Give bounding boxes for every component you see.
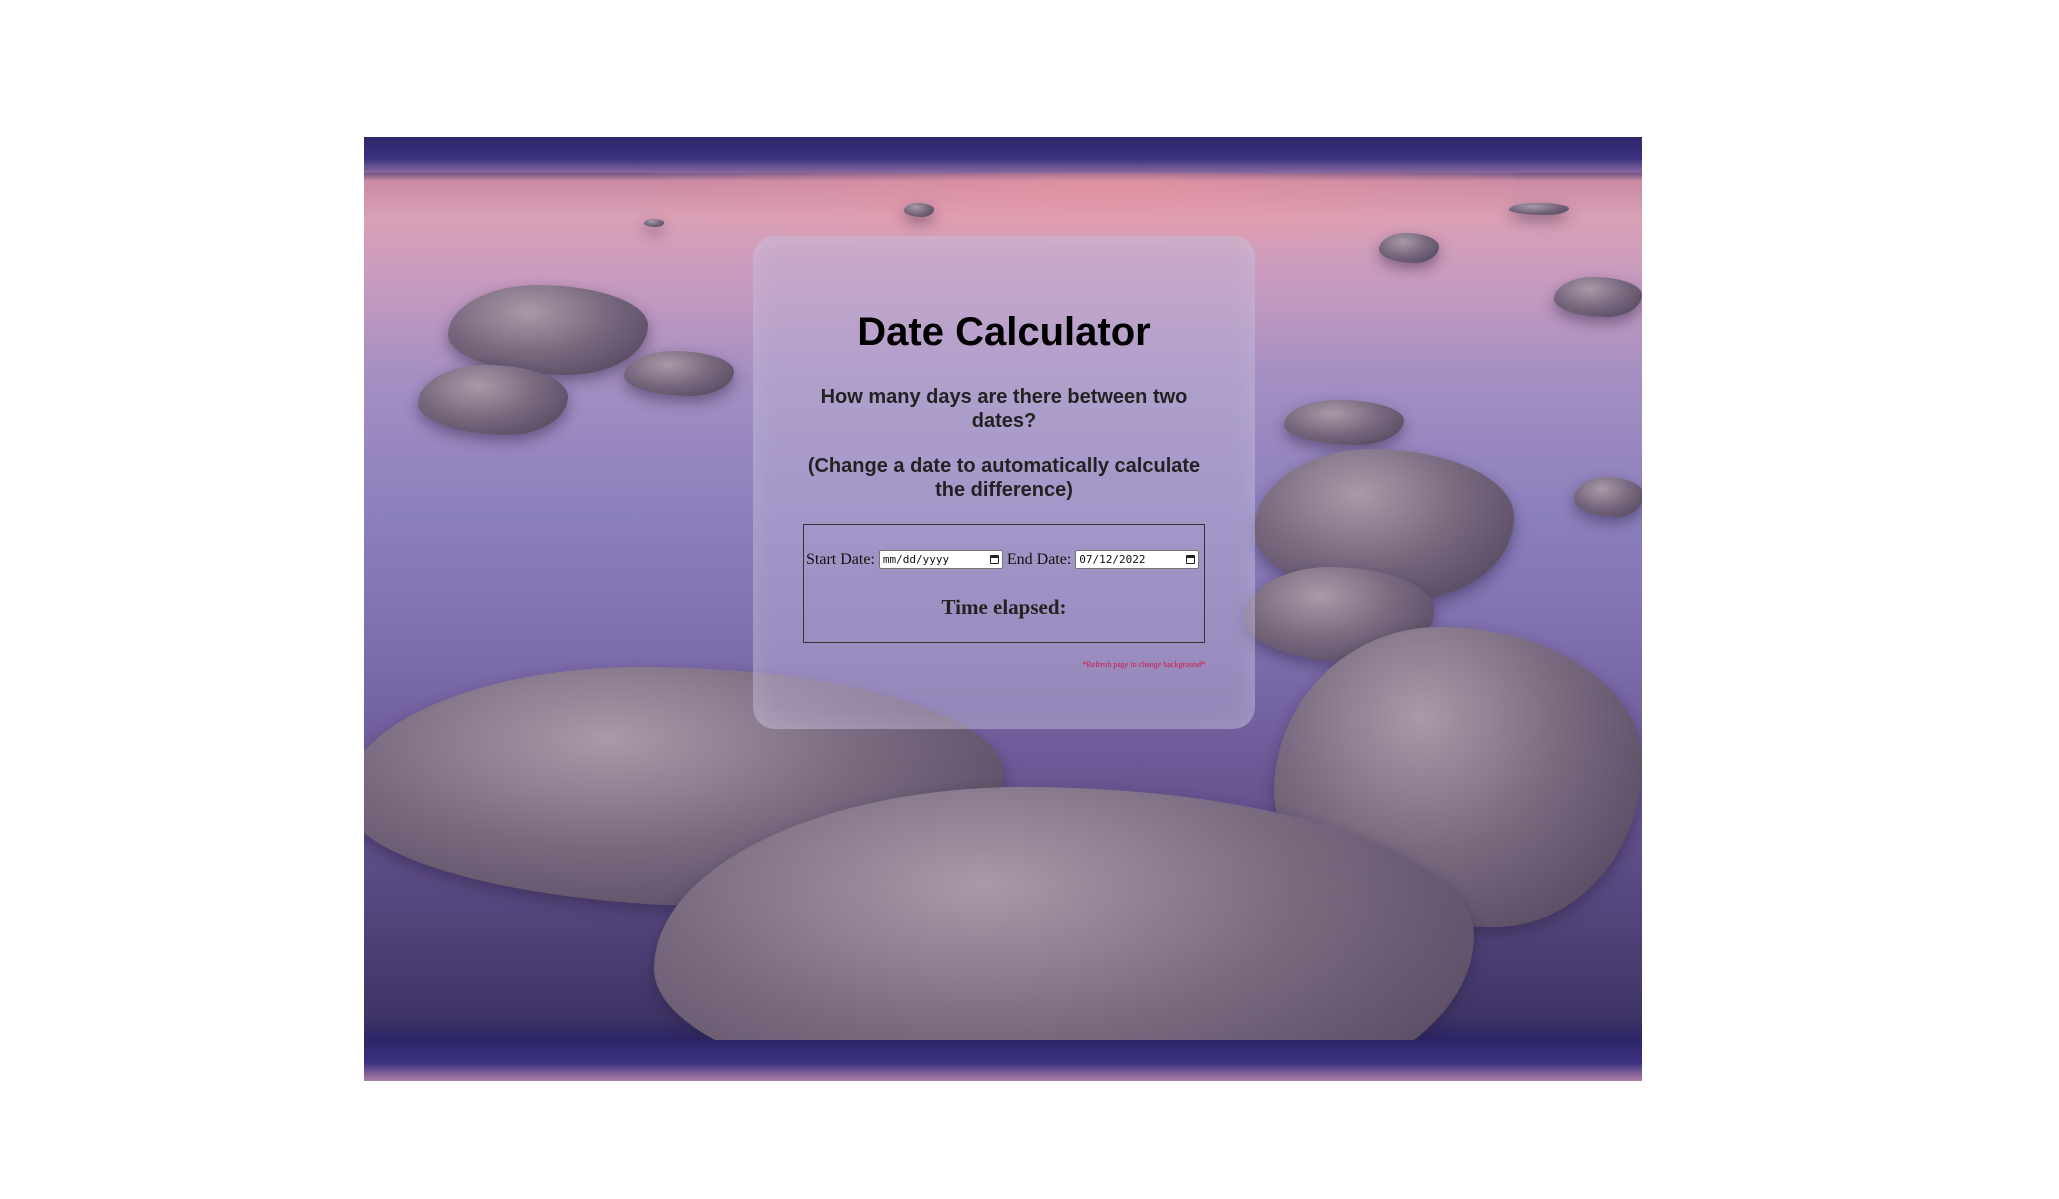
start-date-input[interactable]: mm/dd/yyyy bbox=[878, 550, 1003, 569]
calendar-icon[interactable] bbox=[1186, 555, 1196, 564]
page: Date Calculator How many days are there … bbox=[0, 0, 2059, 1199]
end-date-input[interactable]: 07/12/2022 bbox=[1075, 550, 1200, 569]
end-date-label: End Date: bbox=[1006, 550, 1072, 568]
background-rock bbox=[1574, 477, 1642, 517]
calendar-icon[interactable] bbox=[989, 555, 999, 564]
background-rock bbox=[644, 219, 664, 227]
time-elapsed-label: Time elapsed: bbox=[941, 595, 1067, 619]
page-title: Date Calculator bbox=[857, 310, 1151, 354]
calculator-box: Start Date: mm/dd/yyyy End Date: 07/12/2… bbox=[803, 524, 1205, 643]
refresh-note: *Refresh page to change background* bbox=[1082, 660, 1205, 669]
start-date-value: mm/dd/yyyy bbox=[882, 553, 950, 566]
date-inputs-row: Start Date: mm/dd/yyyy End Date: 07/12/2… bbox=[806, 550, 1203, 569]
background-rock bbox=[904, 203, 934, 217]
date-calculator-card: Date Calculator How many days are there … bbox=[753, 236, 1255, 729]
background-top-band bbox=[364, 137, 1642, 173]
background-rock bbox=[1284, 400, 1404, 445]
end-date-value: 07/12/2022 bbox=[1079, 553, 1146, 566]
background-bottom-band bbox=[364, 1040, 1642, 1081]
start-date-label: Start Date: bbox=[806, 550, 875, 568]
background-rock bbox=[1509, 203, 1569, 215]
instruction-text: (Change a date to automatically calculat… bbox=[807, 455, 1201, 501]
background-rock bbox=[418, 365, 568, 435]
background-rock bbox=[1554, 277, 1642, 317]
background-rock bbox=[624, 351, 734, 396]
background-rock bbox=[448, 285, 648, 375]
subtitle: How many days are there between two date… bbox=[820, 386, 1188, 432]
background-rock bbox=[1379, 233, 1439, 263]
